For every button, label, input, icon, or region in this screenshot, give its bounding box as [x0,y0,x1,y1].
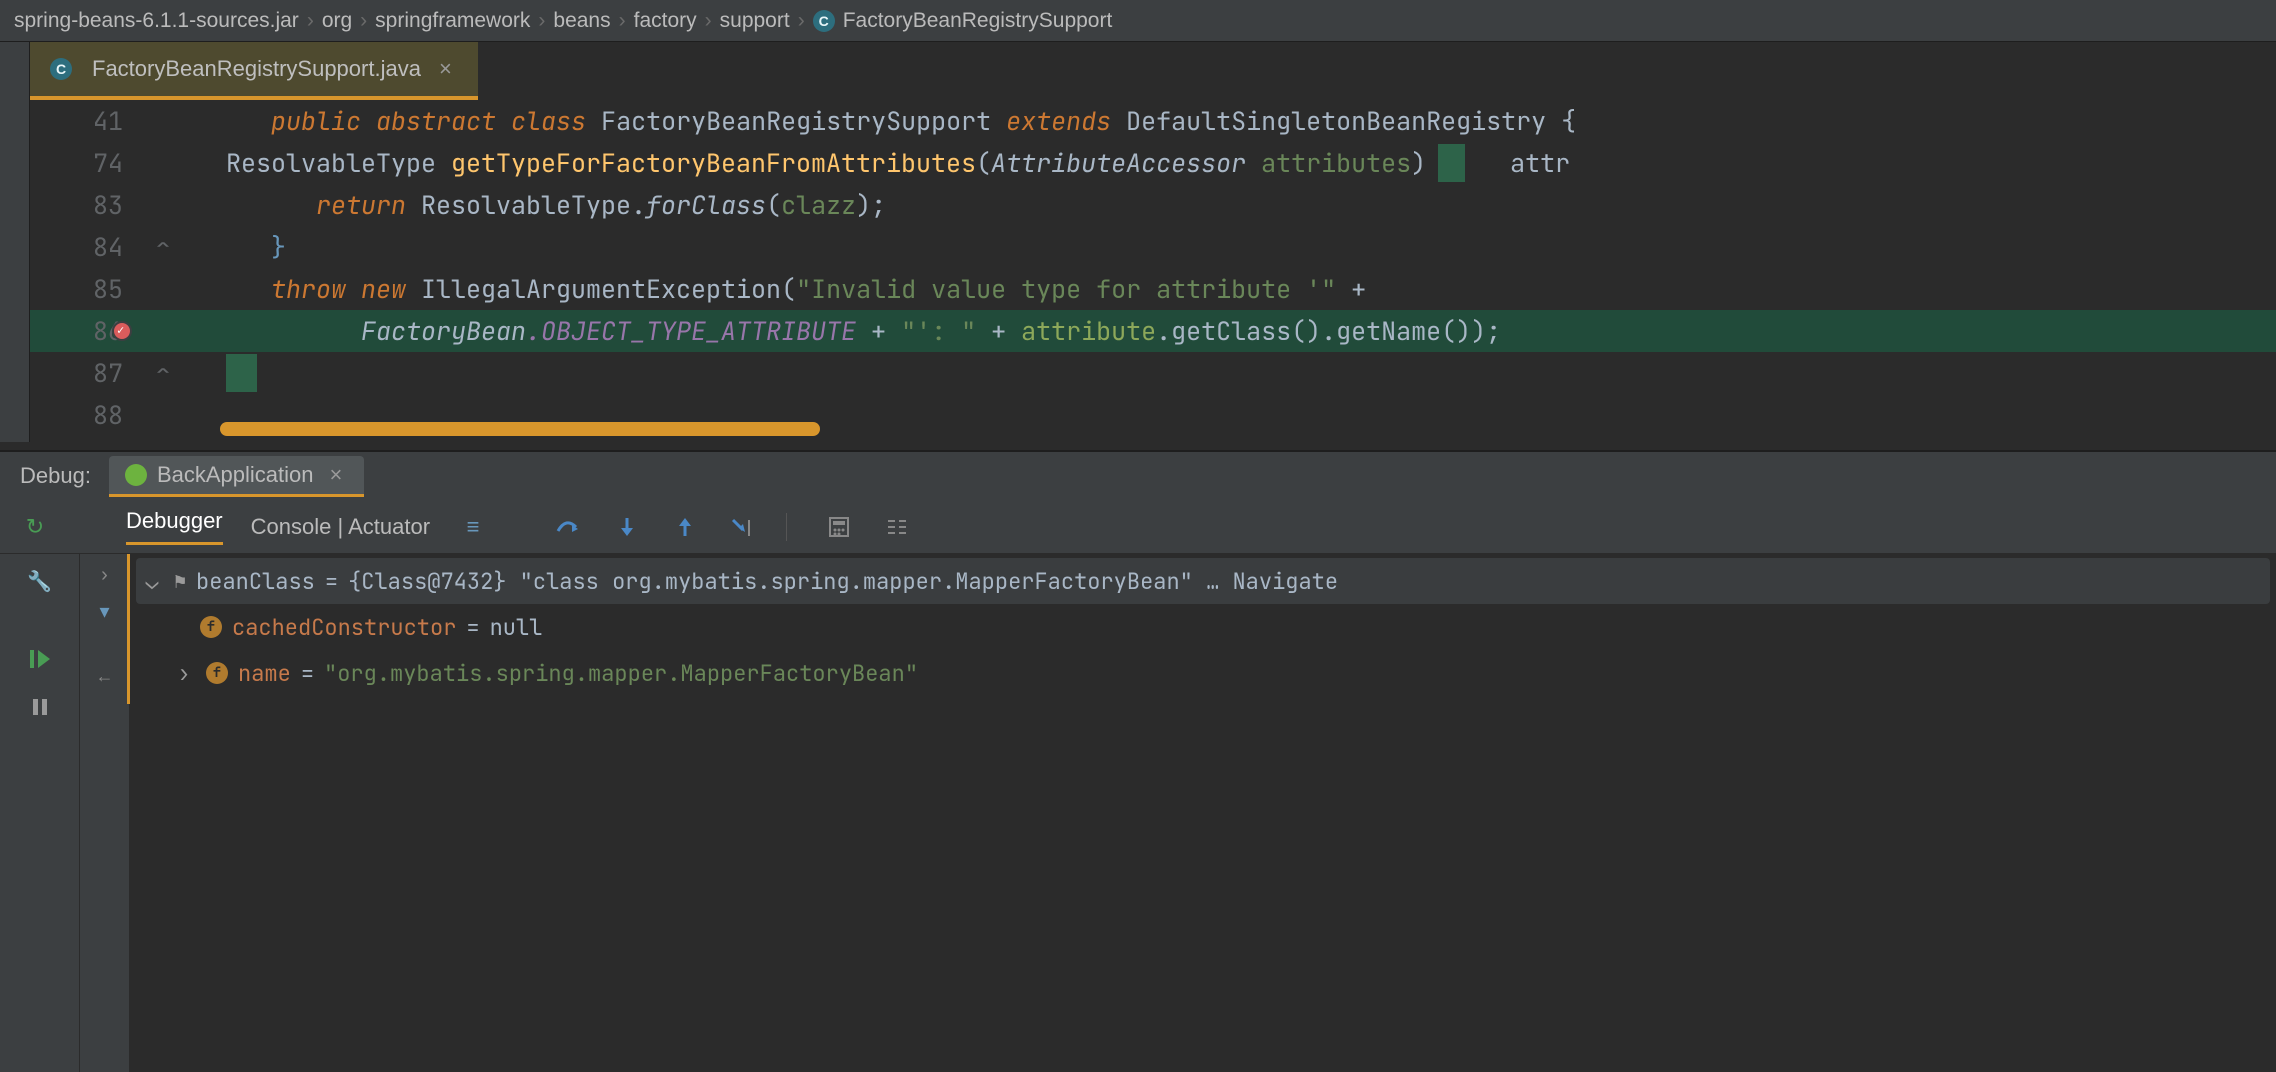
variable-value: {Class@7432} "class org.mybatis.spring.m… [348,567,1338,596]
code-line: ResolvableType getTypeForFactoryBeanFrom… [181,146,1570,180]
fold-icon[interactable]: ⌃ [145,356,181,390]
breadcrumb-class-name: FactoryBeanRegistrySupport [843,9,1113,33]
code-editor[interactable]: 41 public abstract class FactoryBeanRegi… [30,100,2276,450]
chevron-right-icon: › [305,9,316,33]
variable-name: beanClass [196,567,315,596]
line-number: 86 [30,314,145,348]
breadcrumb-item[interactable]: FactoryBeanRegistrySupport [807,9,1119,33]
variables-view[interactable]: ⌄ ⚑ beanClass = {Class@7432} "class org.… [130,554,2276,1072]
line-number: 74 [30,146,145,180]
breadcrumb-item[interactable]: org [316,9,358,33]
code-line: return ResolvableType.forClass(clazz); [181,188,886,222]
resume-program-icon[interactable] [25,644,55,674]
code-line [181,356,257,390]
variable-row[interactable]: cachedConstructor = null [130,604,2276,650]
tab-debugger[interactable]: Debugger [126,508,223,545]
debug-toolbar: ↻ Debugger Console | Actuator ≡ [0,500,2276,554]
chevron-right-icon: › [536,9,547,33]
left-tool-strip [0,42,30,442]
flag-icon[interactable]: ⚑ [174,568,186,594]
variable-value: null [490,613,543,642]
debug-run-tab[interactable]: BackApplication × [109,456,364,497]
rerun-icon[interactable]: ↻ [20,512,50,542]
field-icon [206,662,228,684]
code-line: } [181,230,286,264]
class-icon [813,10,835,32]
code-line-current: FactoryBean.OBJECT_TYPE_ATTRIBUTE + "': … [181,314,1501,348]
variable-name: name [238,659,291,688]
chevron-right-icon: › [617,9,628,33]
step-into-icon[interactable] [612,512,642,542]
debug-panel: Debug: BackApplication × ↻ Debugger Cons… [0,450,2276,1072]
step-out-icon[interactable] [670,512,700,542]
breadcrumb-item[interactable]: spring-beans-6.1.1-sources.jar [8,9,305,33]
line-number: 88 [30,398,145,432]
breadcrumb: spring-beans-6.1.1-sources.jar › org › s… [0,0,2276,42]
chevron-right-icon: › [796,9,807,33]
line-number: 84 [30,230,145,264]
class-icon [50,58,72,80]
pause-program-icon[interactable] [25,692,55,722]
chevron-down-icon[interactable]: ▾ [99,599,109,624]
spring-boot-icon [125,464,147,486]
equals: = [466,613,479,642]
variable-value: "org.mybatis.spring.mapper.MapperFactory… [324,659,918,688]
chevron-right-icon: › [703,9,714,33]
equals: = [325,567,338,596]
breadcrumb-item[interactable]: factory [628,9,703,33]
variable-name: cachedConstructor [232,613,456,642]
fold-icon[interactable]: ⌃ [145,230,181,264]
back-icon[interactable]: ← [96,666,114,687]
trace-current-stream-icon[interactable] [882,512,912,542]
code-line: throw new IllegalArgumentException("Inva… [181,272,1366,306]
chevron-right-icon[interactable]: › [101,564,108,587]
debug-header: Debug: BackApplication × [0,452,2276,500]
equals: = [301,659,314,688]
evaluate-expression-icon[interactable] [824,512,854,542]
tab-console[interactable]: Console | Actuator [251,514,430,540]
debug-run-name: BackApplication [157,462,314,488]
breadcrumb-item[interactable]: beans [547,9,616,33]
expand-icon[interactable]: ⌄ [140,567,164,596]
debug-side-toolbar: 🔧 [0,554,80,1072]
line-number: 85 [30,272,145,306]
show-execution-point-icon[interactable]: ≡ [458,512,488,542]
breakpoint-icon[interactable] [112,321,132,341]
line-number: 87 [30,356,145,390]
close-icon[interactable]: × [324,462,349,488]
chevron-right-icon: › [358,9,369,33]
line-number: 41 [30,104,145,138]
breadcrumb-item[interactable]: support [714,9,796,33]
breadcrumb-item[interactable]: springframework [369,9,536,33]
settings-icon[interactable]: 🔧 [25,566,55,596]
line-number: 83 [30,188,145,222]
expand-icon[interactable]: › [172,659,196,688]
variable-row[interactable]: ⌄ ⚑ beanClass = {Class@7432} "class org.… [136,558,2270,604]
step-over-icon[interactable] [554,512,584,542]
variable-row[interactable]: › name = "org.mybatis.spring.mapper.Mapp… [130,650,2276,696]
horizontal-scrollbar[interactable] [220,422,820,436]
debug-body: 🔧 › ▾ ← ⌄ ⚑ beanClass = {Class@7432} "cl… [0,554,2276,1072]
debug-label: Debug: [20,463,91,489]
run-to-cursor-icon[interactable] [728,512,758,542]
field-icon [200,616,222,638]
